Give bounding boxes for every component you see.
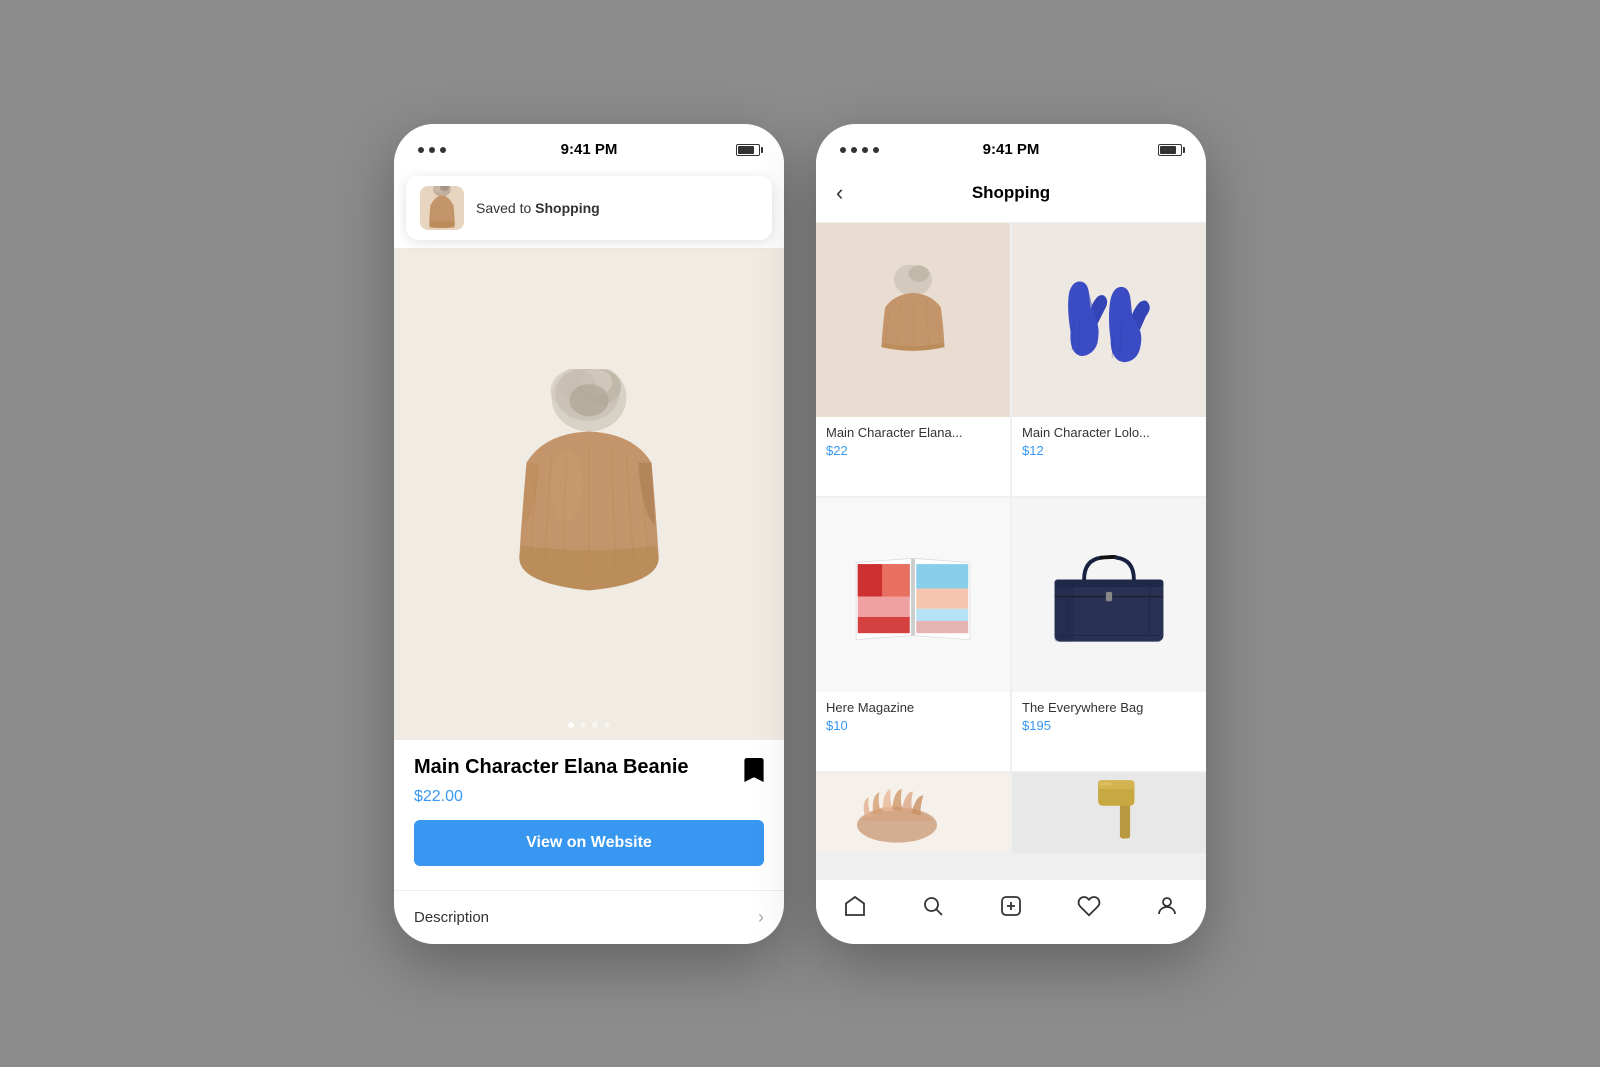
- dot-r2: [851, 147, 857, 153]
- grid-item-image-beanie: [816, 223, 1010, 417]
- grid-item-bag[interactable]: The Everywhere Bag $195: [1012, 498, 1206, 771]
- grid-item-name-beanie: Main Character Elana...: [826, 425, 1000, 440]
- battery-fill: [738, 146, 754, 154]
- status-right-right: [1158, 144, 1182, 156]
- phones-container: 9:41 PM: [354, 84, 1246, 984]
- grid-item-image-magazine: [816, 498, 1010, 692]
- shopping-grid: Main Character Elana... $22: [816, 223, 1206, 879]
- grid-item-image-hammer: [1012, 773, 1206, 853]
- grid-item-image-shoes: [816, 773, 1010, 853]
- signal-dots-right: [840, 147, 879, 153]
- grid-item-price-beanie: $22: [826, 443, 1000, 458]
- status-time-left: 9:41 PM: [561, 141, 618, 158]
- notif-text: Saved to Shopping: [476, 200, 600, 216]
- description-row[interactable]: Description ›: [394, 890, 784, 944]
- grid-item-info-beanie: Main Character Elana... $22: [816, 417, 1010, 470]
- grid-item-info-mittens: Main Character Lolo... $12: [1012, 417, 1206, 470]
- product-image-area: [394, 248, 784, 740]
- grid-item-name-mittens: Main Character Lolo...: [1022, 425, 1196, 440]
- bottom-nav: [816, 879, 1206, 944]
- notif-thumbnail: [420, 186, 464, 230]
- beanie-small-svg: [868, 265, 958, 375]
- notif-text-bold: Shopping: [535, 200, 600, 216]
- grid-item-mittens[interactable]: Main Character Lolo... $12: [1012, 223, 1206, 496]
- dot-1: [568, 722, 574, 728]
- add-nav-icon[interactable]: [987, 890, 1035, 928]
- battery-left: [736, 144, 760, 156]
- product-info: Main Character Elana Beanie $22.00 View …: [394, 740, 784, 882]
- home-nav-icon[interactable]: [831, 890, 879, 928]
- dot-3: [440, 147, 446, 153]
- grid-item-name-bag: The Everywhere Bag: [1022, 700, 1196, 715]
- grid-item-name-magazine: Here Magazine: [826, 700, 1000, 715]
- battery-fill-right: [1160, 146, 1176, 154]
- bag-svg: [1039, 540, 1179, 650]
- right-phone: 9:41 PM ‹ Shopping: [816, 124, 1206, 944]
- dot-3: [592, 722, 598, 728]
- page-title: Shopping: [972, 183, 1050, 203]
- dot-2: [580, 722, 586, 728]
- grid-item-info-bag: The Everywhere Bag $195: [1012, 692, 1206, 745]
- status-right-left: [736, 144, 760, 156]
- search-nav-icon[interactable]: [909, 890, 957, 928]
- dot-r3: [862, 147, 868, 153]
- grid-item-price-magazine: $10: [826, 718, 1000, 733]
- grid-item-image-bag: [1012, 498, 1206, 692]
- back-button[interactable]: ‹: [832, 176, 847, 210]
- view-on-website-button[interactable]: View on Website: [414, 820, 764, 866]
- profile-nav-icon[interactable]: [1143, 890, 1191, 928]
- status-bar-left: 9:41 PM: [394, 124, 784, 168]
- grid-item-shoes[interactable]: [816, 773, 1010, 853]
- product-main-image: [489, 369, 689, 619]
- notif-text-pre: Saved to: [476, 200, 535, 216]
- description-label: Description: [414, 909, 489, 926]
- product-name-row: Main Character Elana Beanie: [414, 756, 764, 782]
- dot-indicators: [568, 722, 610, 728]
- product-price: $22.00: [414, 788, 764, 806]
- status-bar-right: 9:41 PM: [816, 124, 1206, 168]
- bookmark-icon[interactable]: [744, 758, 764, 782]
- dot-2: [429, 147, 435, 153]
- signal-dots: [418, 147, 446, 153]
- left-phone: 9:41 PM: [394, 124, 784, 944]
- hammer-svg: [1054, 773, 1164, 853]
- product-name: Main Character Elana Beanie: [414, 756, 732, 779]
- shoes-svg: [848, 773, 978, 853]
- grid-item-price-bag: $195: [1022, 718, 1196, 733]
- grid-item-magazine[interactable]: Here Magazine $10: [816, 498, 1010, 771]
- grid-item-image-mittens: [1012, 223, 1206, 417]
- grid-item-price-mittens: $12: [1022, 443, 1196, 458]
- dot-4: [604, 722, 610, 728]
- battery-right: [1158, 144, 1182, 156]
- grid-item-hammer[interactable]: [1012, 773, 1206, 853]
- status-time-right: 9:41 PM: [983, 141, 1040, 158]
- notif-thumb-image: [422, 186, 462, 230]
- grid-item-beanie[interactable]: Main Character Elana... $22: [816, 223, 1010, 496]
- notification-banner: Saved to Shopping: [406, 176, 772, 240]
- dot-r4: [873, 147, 879, 153]
- dot-r1: [840, 147, 846, 153]
- chevron-right-icon: ›: [758, 907, 764, 928]
- magazine-svg: [848, 545, 978, 645]
- nav-header: ‹ Shopping: [816, 168, 1206, 223]
- mittens-svg: [1054, 270, 1164, 370]
- dot-1: [418, 147, 424, 153]
- heart-nav-icon[interactable]: [1065, 890, 1113, 928]
- grid-item-info-magazine: Here Magazine $10: [816, 692, 1010, 745]
